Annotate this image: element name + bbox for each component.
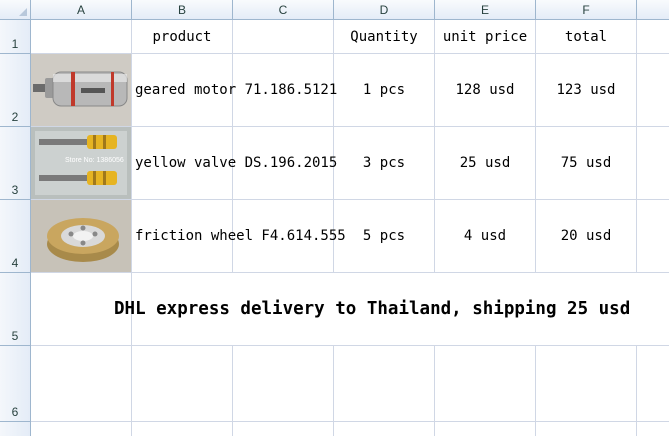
header-unit-price[interactable]: unit price xyxy=(435,20,535,53)
row-header-1[interactable]: 1 xyxy=(0,20,31,54)
gridline-h-6 xyxy=(31,421,669,422)
column-header-b[interactable]: B xyxy=(132,0,233,20)
row-header-4[interactable]: 4 xyxy=(0,200,31,273)
gridline-v-g-lower xyxy=(636,346,637,436)
gridline-v-e-lower xyxy=(434,346,435,436)
gridline-v-d-lower xyxy=(333,346,334,436)
select-all-triangle-icon xyxy=(19,8,27,16)
gridline-h-5 xyxy=(31,345,669,346)
column-header-g-partial[interactable] xyxy=(637,0,669,20)
unit-price-cell-friction-wheel[interactable]: 4 usd xyxy=(435,200,535,272)
row-header-3[interactable]: 3 xyxy=(0,127,31,200)
gridline-v-f-lower xyxy=(535,346,536,436)
gridline-v-c-lower xyxy=(232,346,233,436)
column-header-c[interactable]: C xyxy=(233,0,334,20)
total-cell-friction-wheel[interactable]: 20 usd xyxy=(536,200,636,272)
friction-wheel-drawing xyxy=(31,200,131,272)
unit-price-cell-yellow-valve[interactable]: 25 usd xyxy=(435,127,535,199)
total-cell-yellow-valve[interactable]: 75 usd xyxy=(536,127,636,199)
quantity-cell-yellow-valve[interactable]: 3 pcs xyxy=(334,127,434,199)
yellow-valve-drawing: Store No: 1386056 xyxy=(31,127,131,199)
column-header-d[interactable]: D xyxy=(334,0,435,20)
total-cell-geared-motor[interactable]: 123 usd xyxy=(536,54,636,126)
column-header-e[interactable]: E xyxy=(435,0,536,20)
quantity-cell-geared-motor[interactable]: 1 pcs xyxy=(334,54,434,126)
select-all-corner[interactable] xyxy=(0,0,31,20)
product-cell-friction-wheel[interactable]: friction wheel F4.614.555 xyxy=(132,200,346,272)
quantity-cell-friction-wheel[interactable]: 5 pcs xyxy=(334,200,434,272)
geared-motor-drawing xyxy=(31,54,131,126)
geared-motor-photo[interactable] xyxy=(31,54,131,126)
unit-price-cell-geared-motor[interactable]: 128 usd xyxy=(435,54,535,126)
valve-store-watermark: Store No: 1386056 xyxy=(65,157,124,164)
header-total[interactable]: total xyxy=(536,20,636,53)
gridline-v-g-upper xyxy=(636,20,637,273)
shipping-banner[interactable]: DHL express delivery to Thailand, shippi… xyxy=(114,273,669,345)
product-cell-yellow-valve[interactable]: yellow valve DS.196.2015 xyxy=(132,127,345,199)
column-header-f[interactable]: F xyxy=(536,0,637,20)
row-header-7-partial[interactable] xyxy=(0,422,31,436)
yellow-valve-photo[interactable]: Store No: 1386056 xyxy=(31,127,131,199)
header-quantity[interactable]: Quantity xyxy=(334,20,434,53)
row-header-5[interactable]: 5 xyxy=(0,273,31,346)
friction-wheel-photo[interactable] xyxy=(31,200,131,272)
row-header-6[interactable]: 6 xyxy=(0,346,31,422)
row-header-2[interactable]: 2 xyxy=(0,54,31,127)
product-cell-geared-motor[interactable]: geared motor 71.186.5121 xyxy=(132,54,345,126)
header-product[interactable]: product xyxy=(132,20,232,53)
column-header-a[interactable]: A xyxy=(31,0,132,20)
